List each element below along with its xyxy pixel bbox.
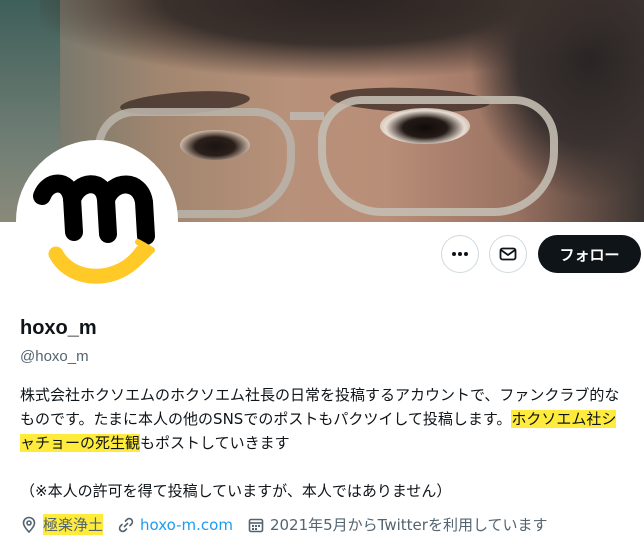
bio-text-end: もポストしていきます: [140, 434, 290, 452]
envelope-icon: [499, 247, 517, 261]
location-pin-icon: [22, 516, 36, 533]
bio-note: （※本人の許可を得て投稿していますが、本人ではありません）: [20, 482, 452, 500]
follow-button[interactable]: フォロー: [538, 235, 641, 273]
avatar[interactable]: [16, 140, 178, 302]
link-icon: [118, 517, 134, 532]
profile-joined: 2021年5月からTwitterを利用しています: [247, 514, 548, 535]
calendar-icon: [248, 518, 264, 532]
more-button[interactable]: [441, 235, 479, 273]
website-link[interactable]: hoxo-m.com: [140, 516, 233, 534]
message-button[interactable]: [489, 235, 527, 273]
profile-location: 極楽浄土: [20, 514, 104, 535]
user-handle: @hoxo_m: [20, 348, 89, 365]
avatar-logo-icon: [20, 144, 174, 298]
display-name: hoxo_m: [20, 317, 97, 339]
banner-hair: [40, 0, 640, 90]
joined-text: 2021年5月からTwitterを利用しています: [269, 516, 548, 534]
location-text: 極楽浄土: [43, 514, 104, 535]
more-horizontal-icon: [452, 252, 468, 256]
profile-bio: 株式会社ホクソエムのホクソエム社長の日常を投稿するアカウントで、ファンクラブ的な…: [20, 383, 628, 455]
profile-meta: 極楽浄土 hoxo-m.com 2021年5月からTwitterを利用しています: [20, 514, 562, 535]
banner-glasses-bridge: [290, 112, 324, 120]
banner-glasses-right: [318, 96, 558, 216]
profile-website[interactable]: hoxo-m.com: [117, 516, 233, 534]
